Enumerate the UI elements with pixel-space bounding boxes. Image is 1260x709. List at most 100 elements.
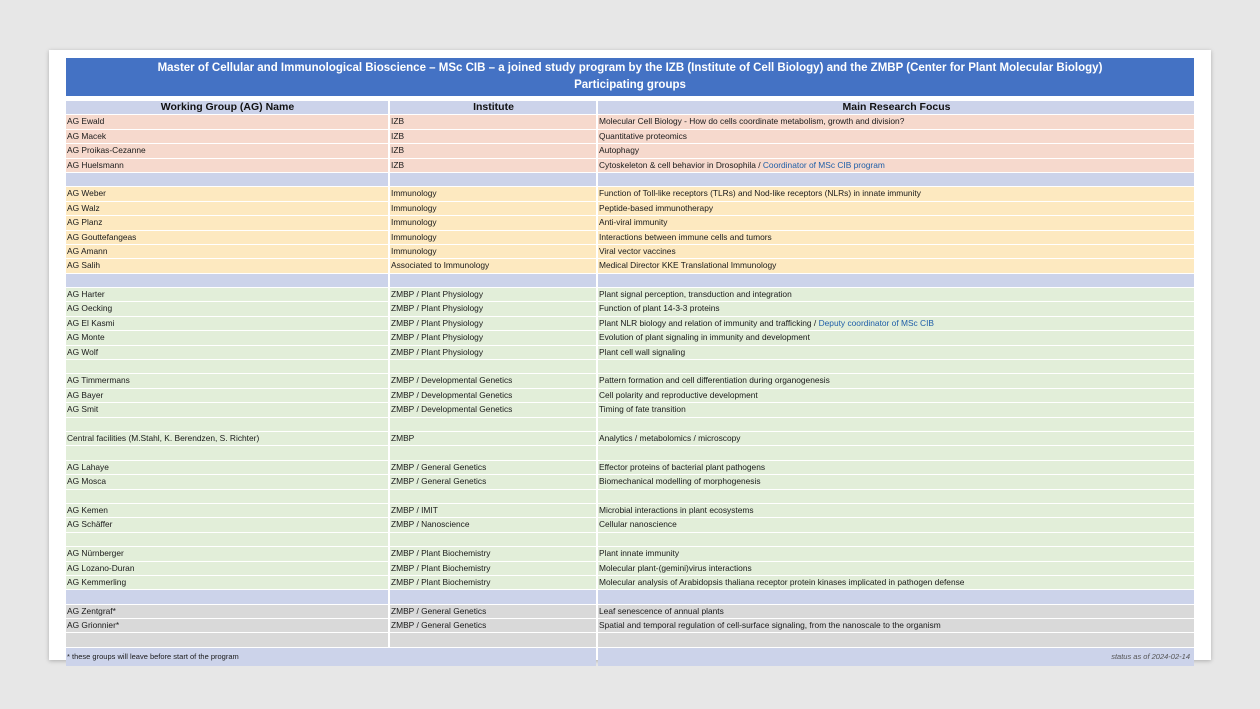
table-header-row: Working Group (AG) Name Institute Main R… bbox=[66, 101, 1194, 115]
focus-text: Leaf senescence of annual plants bbox=[599, 605, 724, 616]
research-focus: Effector proteins of bacterial plant pat… bbox=[598, 460, 1194, 475]
institute: IZB bbox=[390, 115, 596, 129]
group-name bbox=[66, 532, 388, 547]
group-name: AG Monte bbox=[66, 331, 388, 345]
research-focus: Anti-viral immunity bbox=[598, 216, 1194, 230]
institute: ZMBP / Plant Physiology bbox=[390, 345, 596, 360]
focus-text: Plant cell wall signaling bbox=[599, 346, 686, 357]
focus-text: Cellular nanoscience bbox=[599, 519, 677, 530]
group-name: AG Smit bbox=[66, 403, 388, 417]
research-focus: Cell polarity and reproductive developme… bbox=[598, 388, 1194, 403]
institute bbox=[390, 633, 596, 647]
research-focus: Molecular plant-(gemini)virus interactio… bbox=[598, 561, 1194, 575]
institute: ZMBP / General Genetics bbox=[390, 475, 596, 489]
research-focus bbox=[598, 446, 1194, 460]
institute: ZMBP / Developmental Genetics bbox=[390, 374, 596, 388]
table-row: AG Kemmerling ZMBP / Plant Biochemistry Mo… bbox=[66, 575, 1194, 590]
focus-text: Medical Director KKE Translational Immun… bbox=[599, 260, 777, 271]
group-name: AG Bayer bbox=[66, 388, 388, 403]
research-focus bbox=[598, 273, 1194, 288]
table-spacer-row bbox=[66, 446, 1194, 460]
research-focus bbox=[598, 172, 1194, 187]
group-name bbox=[66, 633, 388, 647]
institute: Immunology bbox=[390, 244, 596, 259]
institute: ZMBP / IMIT bbox=[390, 503, 596, 518]
table-row: AG El Kasmi ZMBP / Plant Physiology Plant … bbox=[66, 316, 1194, 331]
institute: ZMBP / General Genetics bbox=[390, 460, 596, 475]
table-row: AG Macek IZB Quantitative proteomics bbox=[66, 129, 1194, 144]
group-name: AG Amann bbox=[66, 244, 388, 259]
group-name: AG Lozano-Duran bbox=[66, 561, 388, 575]
group-name: AG Lahaye bbox=[66, 460, 388, 475]
institute bbox=[390, 446, 596, 460]
group-name bbox=[66, 446, 388, 460]
focus-text: Peptide-based immunotherapy bbox=[599, 202, 714, 213]
table-spacer-row bbox=[66, 172, 1194, 187]
research-focus: Interactions between immune cells and tu… bbox=[598, 230, 1194, 244]
group-name: AG Schäffer bbox=[66, 518, 388, 532]
group-name: AG El Kasmi bbox=[66, 316, 388, 331]
institute: ZMBP / Plant Physiology bbox=[390, 331, 596, 345]
header-institute: Institute bbox=[390, 101, 596, 115]
header-focus: Main Research Focus bbox=[598, 101, 1194, 115]
table-row: AG Smit ZMBP / Developmental Genetics Timi… bbox=[66, 403, 1194, 417]
research-focus bbox=[598, 590, 1194, 604]
table-row: AG Grionnier* ZMBP / General Genetics Spat… bbox=[66, 619, 1194, 633]
institute bbox=[390, 360, 596, 374]
group-name bbox=[66, 590, 388, 604]
group-name bbox=[66, 360, 388, 374]
research-focus: Viral vector vaccines bbox=[598, 244, 1194, 259]
group-name: AG Proikas-Cezanne bbox=[66, 144, 388, 158]
focus-text: Molecular analysis of Arabidopsis thalia… bbox=[599, 576, 965, 587]
research-focus bbox=[598, 360, 1194, 374]
focus-text: Quantitative proteomics bbox=[599, 130, 687, 141]
table-row: AG Nürnberger ZMBP / Plant Biochemistry Pl… bbox=[66, 547, 1194, 561]
table-body: AG Ewald IZB Molecular Cell Biology - How … bbox=[66, 115, 1194, 647]
institute: ZMBP / Plant Physiology bbox=[390, 302, 596, 316]
table-row: AG Timmermans ZMBP / Developmental Geneti… bbox=[66, 374, 1194, 388]
focus-text: Interactions between immune cells and tu… bbox=[599, 231, 772, 242]
research-focus bbox=[598, 417, 1194, 431]
research-focus: Plant innate immunity bbox=[598, 547, 1194, 561]
institute: Associated to Immunology bbox=[390, 259, 596, 273]
table-row: AG Walz Immunology Peptide-based immunothe… bbox=[66, 201, 1194, 216]
focus-text: Molecular plant-(gemini)virus interactio… bbox=[599, 562, 752, 573]
slide: Master of Cellular and Immunological Bio… bbox=[49, 50, 1211, 666]
table-row: AG Amann Immunology Viral vector vaccines bbox=[66, 244, 1194, 259]
research-focus: Medical Director KKE Translational Immun… bbox=[598, 259, 1194, 273]
research-focus: Cellular nanoscience bbox=[598, 518, 1194, 532]
table-row: AG Salih Associated to Immunology Medical … bbox=[66, 259, 1194, 273]
table-row: AG Zentgraf* ZMBP / General Genetics Leaf … bbox=[66, 604, 1194, 619]
focus-text: Molecular Cell Biology - How do cells co… bbox=[599, 116, 905, 127]
title-line-1: Master of Cellular and Immunological Bio… bbox=[157, 62, 1103, 74]
research-focus: Cytoskeleton & cell behavior in Drosophi… bbox=[598, 158, 1194, 172]
group-name: AG Nürnberger bbox=[66, 547, 388, 561]
research-focus bbox=[598, 633, 1194, 647]
focus-text: Autophagy bbox=[599, 145, 640, 156]
table-spacer-row bbox=[66, 532, 1194, 547]
research-focus: Quantitative proteomics bbox=[598, 129, 1194, 144]
table-row: AG Lozano-Duran ZMBP / Plant Biochemistry… bbox=[66, 561, 1194, 575]
focus-text: Evolution of plant signaling in immunity… bbox=[599, 332, 810, 343]
research-focus: Plant NLR biology and relation of immuni… bbox=[598, 316, 1194, 331]
institute: ZMBP / Plant Physiology bbox=[390, 316, 596, 331]
table-row: AG Mosca ZMBP / General Genetics Biomechan… bbox=[66, 475, 1194, 489]
group-name: AG Oecking bbox=[66, 302, 388, 316]
role-note: Coordinator of MSc CIB program bbox=[762, 159, 885, 170]
title-line-2: Participating groups bbox=[574, 79, 686, 91]
research-focus: Spatial and temporal regulation of cell-… bbox=[598, 619, 1194, 633]
group-name: AG Huelsmann bbox=[66, 158, 388, 172]
institute: IZB bbox=[390, 144, 596, 158]
institute: ZMBP / General Genetics bbox=[390, 604, 596, 619]
group-name: AG Timmermans bbox=[66, 374, 388, 388]
group-name: AG Kemmerling bbox=[66, 575, 388, 590]
table-spacer-row bbox=[66, 590, 1194, 604]
focus-text: Spatial and temporal regulation of cell-… bbox=[599, 620, 941, 631]
research-focus bbox=[598, 489, 1194, 503]
research-focus: Microbial interactions in plant ecosyste… bbox=[598, 503, 1194, 518]
group-name: AG Macek bbox=[66, 129, 388, 144]
institute: Immunology bbox=[390, 201, 596, 216]
role-note: Deputy coordinator of MSc CIB bbox=[818, 317, 935, 328]
research-focus: Plant cell wall signaling bbox=[598, 345, 1194, 360]
research-focus: Analytics / metabolomics / microscopy bbox=[598, 431, 1194, 446]
